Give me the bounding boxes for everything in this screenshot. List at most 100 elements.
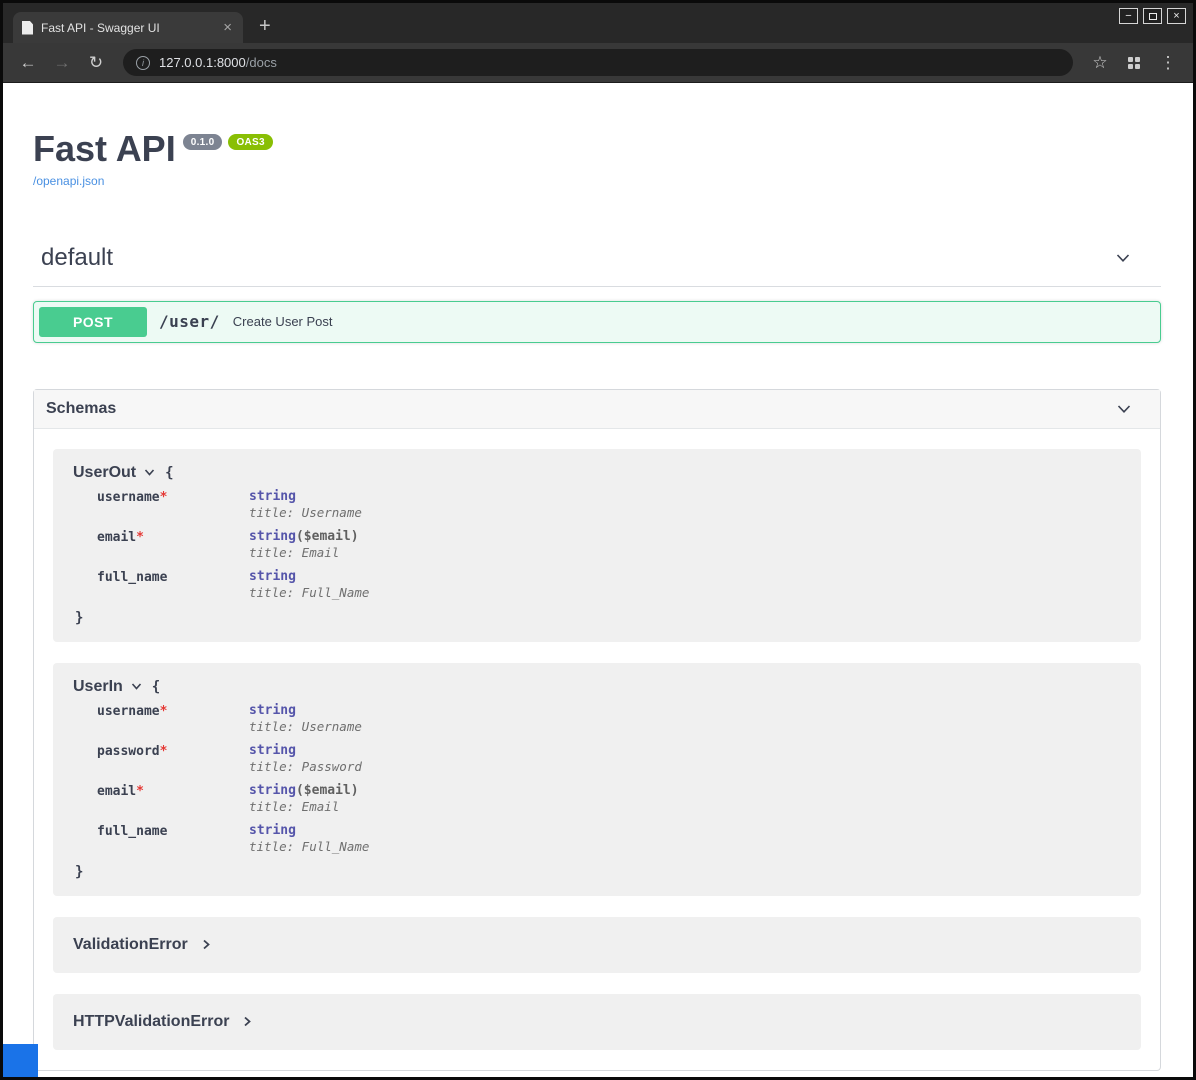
property-name-text: full_name	[97, 824, 167, 839]
property-name: password*	[97, 743, 249, 774]
property-title: title: Email	[249, 799, 359, 814]
browser-window: Fast API - Swagger UI × + − × ← → ↻ i 12…	[0, 0, 1196, 1080]
property-name: username*	[97, 703, 249, 734]
property-name-text: password	[97, 744, 160, 759]
chevron-down-icon	[143, 466, 156, 479]
property-name: email*	[97, 783, 249, 814]
model-userin: UserIn { username* string title: Usernam…	[53, 663, 1141, 896]
url-host: 127.0.0.1:8000	[159, 55, 246, 70]
url-path: /docs	[246, 55, 277, 70]
schemas-title: Schemas	[46, 400, 116, 418]
schema-property-row: email* string($email) title: Email	[97, 783, 1121, 814]
openapi-json-link[interactable]: /openapi.json	[33, 174, 104, 188]
method-badge: POST	[39, 307, 147, 337]
menu-icon[interactable]: ⋮	[1153, 49, 1183, 77]
property-detail: string title: Full_Name	[249, 569, 369, 600]
property-title: title: Username	[249, 719, 362, 734]
required-asterisk: *	[136, 530, 144, 545]
chevron-down-icon	[1113, 248, 1133, 268]
window-close-button[interactable]: ×	[1167, 8, 1186, 24]
schemas-section: Schemas UserOut {	[33, 389, 1161, 1071]
model-userout: UserOut { username* string title: Userna…	[53, 449, 1141, 642]
section-title: default	[41, 244, 113, 272]
property-type: string($email)	[249, 783, 359, 798]
close-brace: }	[75, 610, 83, 626]
property-type-text: string	[249, 783, 296, 798]
model-validationerror[interactable]: ValidationError	[53, 917, 1141, 973]
operation-post-user[interactable]: POST /user/ Create User Post	[33, 301, 1161, 343]
oas3-badge: OAS3	[228, 134, 272, 150]
close-icon: ×	[1173, 11, 1179, 22]
property-name-text: username	[97, 704, 160, 719]
property-type: string($email)	[249, 529, 359, 544]
property-type: string	[249, 823, 369, 838]
model-httpvalidationerror[interactable]: HTTPValidationError	[53, 994, 1141, 1050]
model-userout-toggle[interactable]: UserOut {	[73, 464, 1121, 482]
required-asterisk: *	[160, 704, 168, 719]
property-name: full_name	[97, 823, 249, 854]
reload-button[interactable]: ↻	[81, 49, 111, 77]
tab-close-icon[interactable]: ×	[221, 20, 234, 35]
required-asterisk: *	[160, 490, 168, 505]
model-name: UserOut	[73, 464, 136, 482]
chevron-right-icon	[200, 938, 213, 951]
schemas-header[interactable]: Schemas	[34, 390, 1160, 429]
property-name-text: username	[97, 490, 160, 505]
property-name-text: email	[97, 784, 136, 799]
property-name: email*	[97, 529, 249, 560]
browser-toolbar: ← → ↻ i 127.0.0.1:8000/docs ☆ ⋮	[3, 43, 1193, 83]
window-minimize-button[interactable]: −	[1119, 8, 1138, 24]
chevron-down-icon	[130, 680, 143, 693]
property-format-text: ($email)	[296, 783, 359, 798]
property-format-text: ($email)	[296, 529, 359, 544]
schemas-body: UserOut { username* string title: Userna…	[34, 429, 1160, 1070]
version-badge: 0.1.0	[183, 134, 223, 150]
property-name-text: full_name	[97, 570, 167, 585]
property-detail: string($email) title: Email	[249, 529, 359, 560]
swagger-page: Fast API 0.1.0 OAS3 /openapi.json defaul…	[3, 83, 1193, 1077]
property-detail: string($email) title: Email	[249, 783, 359, 814]
tab-title: Fast API - Swagger UI	[41, 21, 213, 35]
section-default[interactable]: default	[33, 244, 1161, 287]
property-title: title: Password	[249, 759, 362, 774]
model-name: ValidationError	[73, 936, 188, 954]
schema-property-row: username* string title: Username	[97, 703, 1121, 734]
open-brace: {	[152, 679, 160, 695]
operation-summary: Create User Post	[233, 314, 333, 329]
property-name: username*	[97, 489, 249, 520]
model-userin-toggle[interactable]: UserIn {	[73, 678, 1121, 696]
property-title: title: Username	[249, 505, 362, 520]
model-name: HTTPValidationError	[73, 1013, 229, 1031]
new-tab-button[interactable]: +	[259, 16, 271, 36]
browser-tab[interactable]: Fast API - Swagger UI ×	[13, 12, 243, 43]
property-type: string	[249, 489, 362, 504]
required-asterisk: *	[160, 744, 168, 759]
apps-grid-icon[interactable]	[1119, 49, 1149, 77]
chevron-down-icon	[1114, 399, 1134, 419]
property-type-text: string	[249, 569, 296, 584]
property-type-text: string	[249, 703, 296, 718]
window-maximize-button[interactable]	[1143, 8, 1162, 24]
model-name: UserIn	[73, 678, 123, 696]
maximize-icon	[1149, 13, 1157, 20]
property-type-text: string	[249, 489, 296, 504]
minimize-icon: −	[1125, 11, 1131, 22]
site-info-icon[interactable]: i	[136, 56, 150, 70]
property-detail: string title: Full_Name	[249, 823, 369, 854]
property-type: string	[249, 569, 369, 584]
address-bar[interactable]: i 127.0.0.1:8000/docs	[123, 49, 1073, 76]
chevron-right-icon	[241, 1015, 254, 1028]
property-type: string	[249, 743, 362, 758]
property-type-text: string	[249, 743, 296, 758]
back-button[interactable]: ←	[13, 49, 43, 77]
property-detail: string title: Password	[249, 743, 362, 774]
dock-indicator	[3, 1044, 38, 1077]
schema-property-row: username* string title: Username	[97, 489, 1121, 520]
bookmark-star-icon[interactable]: ☆	[1085, 49, 1115, 77]
model-properties: username* string title: Username email* …	[97, 489, 1121, 600]
required-asterisk: *	[136, 784, 144, 799]
model-properties: username* string title: Username passwor…	[97, 703, 1121, 854]
forward-button[interactable]: →	[47, 49, 77, 77]
operation-path: /user/	[159, 312, 220, 331]
page-favicon-icon	[22, 21, 33, 35]
